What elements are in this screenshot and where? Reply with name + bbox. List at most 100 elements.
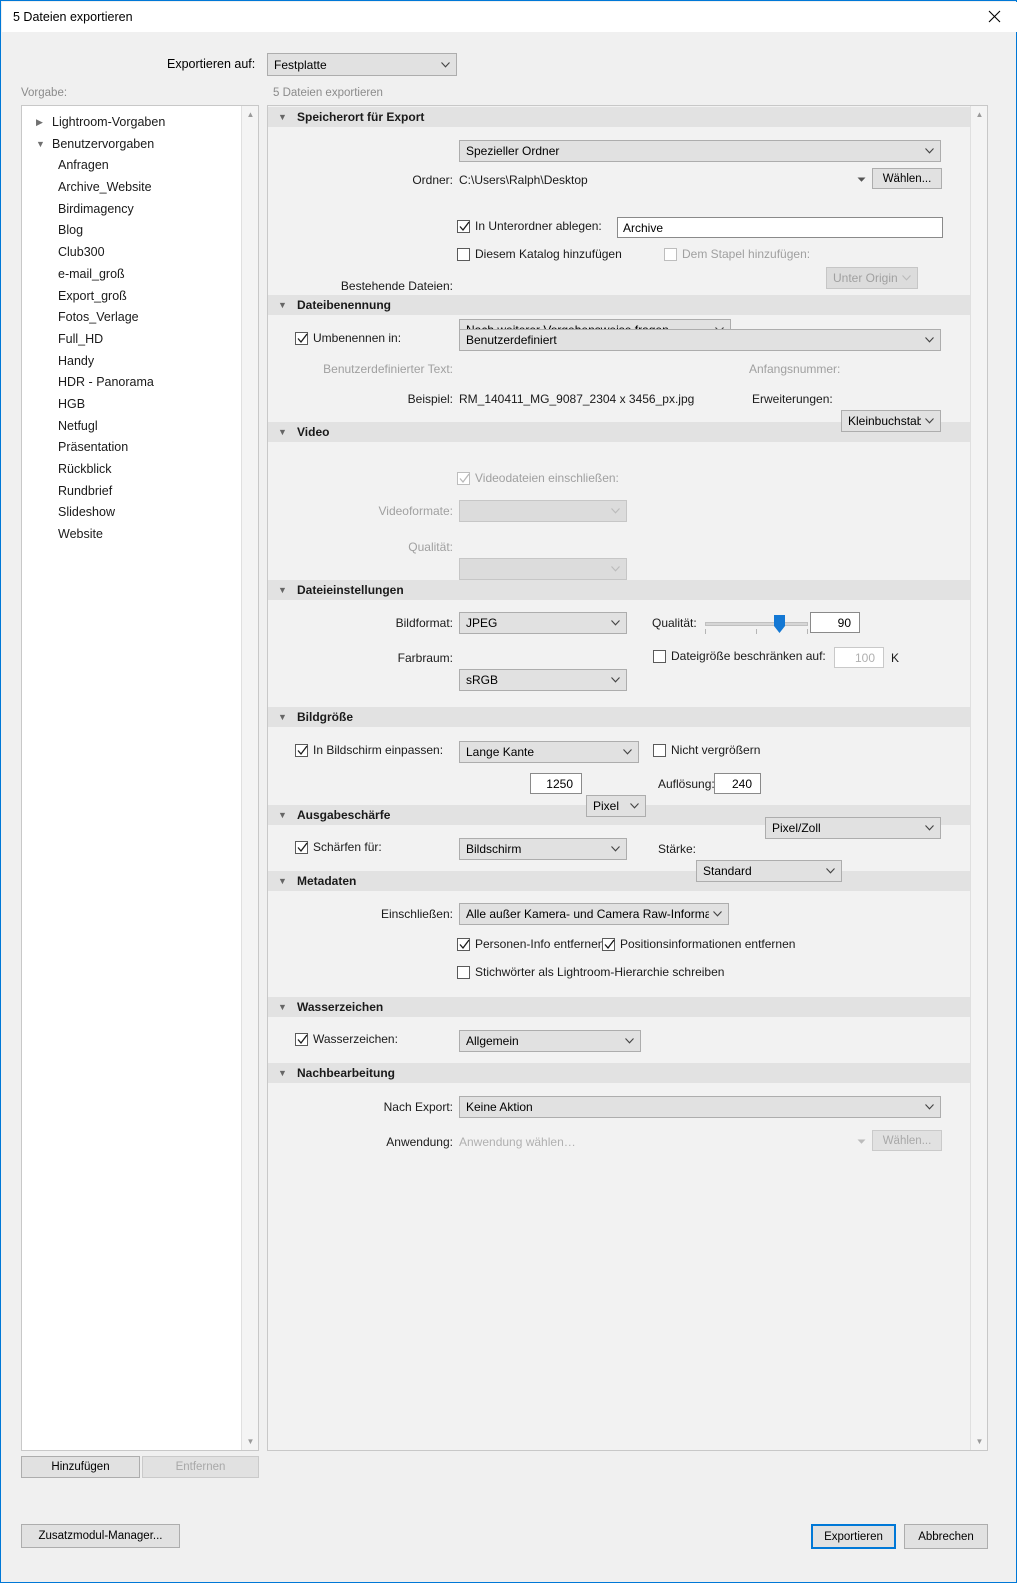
watermark-checkbox[interactable]: Wasserzeichen: xyxy=(295,1032,398,1046)
image-format-combo[interactable]: JPEG xyxy=(459,612,627,634)
preset-list-scrollbar[interactable]: ▲ ▼ xyxy=(241,106,258,1450)
settings-panel-scrollbar[interactable]: ▲ ▼ xyxy=(970,106,987,1450)
preset-group-lightroom[interactable]: ▶ Lightroom-Vorgaben xyxy=(22,112,242,134)
cancel-button-label: Abbrechen xyxy=(918,1530,974,1543)
list-item[interactable]: HDR - Panorama xyxy=(22,372,242,394)
export-in-combo[interactable]: Spezieller Ordner xyxy=(459,140,941,162)
quality-slider-track[interactable] xyxy=(705,622,808,626)
limit-filesize-input[interactable]: 100 xyxy=(834,647,884,668)
list-item[interactable]: Rückblick xyxy=(22,459,242,481)
watermark-label: Wasserzeichen: xyxy=(313,1032,398,1046)
list-item[interactable]: Fotos_Verlage xyxy=(22,307,242,329)
after-export-combo[interactable]: Keine Aktion xyxy=(459,1096,941,1118)
section-header-image-size[interactable]: ▼ Bildgröße xyxy=(268,706,971,727)
resize-label: In Bildschirm einpassen: xyxy=(313,743,444,757)
section-header-file-settings[interactable]: ▼ Dateieinstellungen xyxy=(268,579,971,600)
resize-checkbox[interactable]: In Bildschirm einpassen: xyxy=(295,743,443,757)
chevron-down-icon: ▼ xyxy=(278,1002,287,1012)
remove-location-info-checkbox[interactable]: Positionsinformationen entfernen xyxy=(602,937,795,951)
example-filename: RM_140411_MG_9087_2304 x 3456_px.jpg xyxy=(459,392,695,406)
choose-folder-button[interactable]: Wählen... xyxy=(872,168,942,189)
watermark-style-combo[interactable]: Allgemein xyxy=(459,1030,641,1052)
dont-enlarge-checkbox[interactable]: Nicht vergrößern xyxy=(653,743,760,757)
rename-checkbox[interactable]: Umbenennen in: xyxy=(295,331,401,345)
export-button[interactable]: Exportieren xyxy=(811,1524,896,1549)
section-header-watermark[interactable]: ▼ Wasserzeichen xyxy=(268,996,971,1017)
subfolder-value: Archive xyxy=(623,220,664,235)
rename-template-value: Benutzerdefiniert xyxy=(466,333,557,347)
add-preset-button[interactable]: Hinzufügen xyxy=(21,1456,140,1478)
scroll-up-icon[interactable]: ▲ xyxy=(242,106,258,123)
section-header-naming[interactable]: ▼ Dateibenennung xyxy=(268,294,971,315)
list-item[interactable]: Präsentation xyxy=(22,437,242,459)
list-item[interactable]: Full_HD xyxy=(22,329,242,351)
choose-application-button: Wählen... xyxy=(872,1130,942,1151)
list-item[interactable]: Handy xyxy=(22,351,242,373)
list-item[interactable]: Rundbrief xyxy=(22,481,242,503)
chevron-down-icon xyxy=(925,418,934,424)
metadata-include-combo[interactable]: Alle außer Kamera- und Camera Raw-Inform… xyxy=(459,903,729,925)
keywords-hierarchy-checkbox[interactable]: Stichwörter als Lightroom-Hierarchie sch… xyxy=(457,965,724,979)
sharpen-label: Schärfen für: xyxy=(313,840,382,854)
preset-group-user[interactable]: ▼ Benutzervorgaben xyxy=(22,134,242,156)
list-item[interactable]: Slideshow xyxy=(22,502,242,524)
dimension-input[interactable]: 1250 xyxy=(530,773,582,794)
subfolder-input[interactable]: Archive xyxy=(617,217,943,238)
list-item[interactable]: Birdimagency xyxy=(22,199,242,221)
list-item[interactable]: Netfugl xyxy=(22,416,242,438)
dimension-unit-combo[interactable]: Pixel xyxy=(586,795,646,817)
title-bar: 5 Dateien exportieren xyxy=(2,2,1017,32)
preset-item-label: Fotos_Verlage xyxy=(58,310,139,325)
include-video-checkbox: Videodateien einschließen: xyxy=(457,471,619,485)
scroll-up-icon[interactable]: ▲ xyxy=(971,106,987,123)
list-item[interactable]: Export_groß xyxy=(22,286,242,308)
export-target-value: Festplatte xyxy=(274,57,327,72)
list-item[interactable]: e-mail_groß xyxy=(22,264,242,286)
sharpen-amount-combo[interactable]: Standard xyxy=(696,860,842,882)
section-header-location[interactable]: ▼ Speicherort für Export xyxy=(268,106,971,127)
color-space-combo[interactable]: sRGB xyxy=(459,669,627,691)
chevron-down-icon xyxy=(441,61,450,68)
remove-location-info-label: Positionsinformationen entfernen xyxy=(620,937,796,951)
resolution-input[interactable]: 240 xyxy=(714,773,761,794)
list-item[interactable]: Archive_Website xyxy=(22,177,242,199)
checkbox-box xyxy=(457,937,470,951)
after-export-value: Keine Aktion xyxy=(466,1100,533,1114)
chevron-down-icon xyxy=(902,275,911,281)
list-item[interactable]: Club300 xyxy=(22,242,242,264)
chevron-down-icon xyxy=(925,148,934,154)
rename-template-combo[interactable]: Benutzerdefiniert xyxy=(459,329,941,351)
export-target-combo[interactable]: Festplatte xyxy=(267,53,457,76)
quality-value: 90 xyxy=(837,615,851,630)
chevron-down-icon: ▼ xyxy=(278,427,287,437)
limit-filesize-checkbox[interactable]: Dateigröße beschränken auf: xyxy=(653,649,826,663)
plugin-manager-button[interactable]: Zusatzmodul-Manager... xyxy=(21,1524,180,1548)
stack-position-value: Unter Original xyxy=(833,271,898,285)
sharpen-checkbox[interactable]: Schärfen für: xyxy=(295,840,382,854)
section-body-image-size: In Bildschirm einpassen: Lange Kante Nic… xyxy=(268,727,971,839)
scroll-down-icon[interactable]: ▼ xyxy=(971,1433,987,1450)
list-item[interactable]: Blog xyxy=(22,220,242,242)
close-icon[interactable] xyxy=(972,2,1017,31)
list-item[interactable]: Anfragen xyxy=(22,155,242,177)
preset-item-label: Anfragen xyxy=(58,158,109,173)
checkbox-box xyxy=(295,331,308,345)
chevron-down-icon: ▼ xyxy=(278,1068,287,1078)
quality-input[interactable]: 90 xyxy=(810,612,860,633)
remove-person-info-checkbox[interactable]: Personen-Info entfernen xyxy=(457,937,604,951)
add-to-stack-label: Dem Stapel hinzufügen: xyxy=(682,247,811,261)
extensions-combo[interactable]: Kleinbuchstaben xyxy=(841,410,941,432)
preset-item-label: HDR - Panorama xyxy=(58,375,154,390)
section-header-metadata[interactable]: ▼ Metadaten xyxy=(268,870,971,891)
subfolder-checkbox[interactable]: In Unterordner ablegen: xyxy=(457,219,602,233)
list-item[interactable]: HGB xyxy=(22,394,242,416)
scroll-down-icon[interactable]: ▼ xyxy=(242,1433,258,1450)
add-to-catalog-checkbox[interactable]: Diesem Katalog hinzufügen xyxy=(457,247,622,261)
list-item[interactable]: Website xyxy=(22,524,242,546)
sharpen-target-combo[interactable]: Bildschirm xyxy=(459,838,627,860)
cancel-button[interactable]: Abbrechen xyxy=(904,1524,988,1549)
checkbox-box xyxy=(602,937,615,951)
section-header-postprocess[interactable]: ▼ Nachbearbeitung xyxy=(268,1062,971,1083)
folder-history-chevron-icon[interactable] xyxy=(857,176,866,185)
resize-mode-combo[interactable]: Lange Kante xyxy=(459,741,639,763)
